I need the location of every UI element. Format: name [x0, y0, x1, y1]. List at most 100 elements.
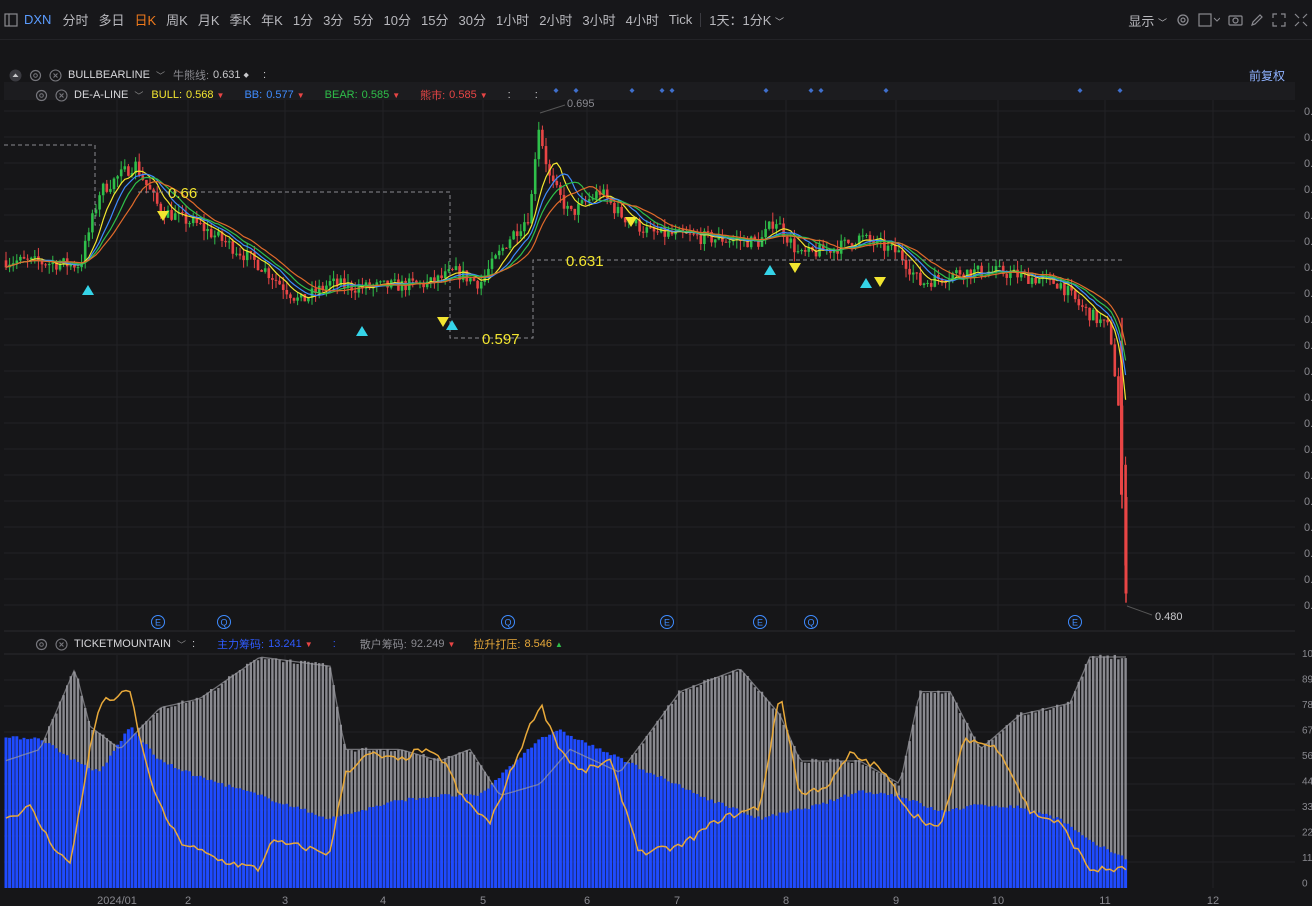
main-chips-bar	[378, 806, 382, 888]
candle-body	[325, 285, 328, 290]
settings-icon[interactable]	[34, 637, 48, 651]
main-chips-bar	[656, 776, 660, 888]
main-chips-bar	[854, 793, 858, 888]
main-chips-bar	[386, 802, 390, 888]
sub-tick-label: 0	[1302, 879, 1308, 890]
main-chips-bar	[191, 775, 195, 888]
candle-body	[901, 250, 904, 260]
indicator-name[interactable]: BULLBEARLINE	[68, 69, 150, 81]
caret-down-icon[interactable]: ▼	[392, 91, 400, 100]
candle-body	[148, 184, 152, 190]
collapse-icon[interactable]	[8, 68, 22, 82]
indicator-name[interactable]: DE-A-LINE	[74, 89, 128, 101]
main-chips-bar	[807, 809, 811, 888]
main-chips-bar	[130, 727, 134, 888]
main-chips-bar	[62, 753, 66, 888]
main-chips-bar	[220, 783, 224, 888]
candle-body	[98, 195, 101, 210]
candle-body	[51, 262, 55, 265]
close-icon[interactable]	[48, 68, 62, 82]
main-chips-bar	[670, 783, 674, 888]
main-chips-bar	[296, 806, 300, 888]
main-chips-bar	[893, 796, 897, 888]
candle-body	[915, 272, 919, 274]
chevron-down-icon[interactable]: ﹀	[134, 89, 143, 102]
main-chips-bar	[126, 729, 130, 888]
candle-body	[800, 250, 803, 252]
date-tick-label: 4	[380, 895, 386, 906]
candle-body	[1059, 283, 1063, 289]
candle-body	[443, 271, 447, 278]
main-chips-bar	[371, 807, 375, 888]
candle-body	[559, 185, 562, 195]
caret-down-icon[interactable]: ▼	[480, 91, 488, 100]
candle-body	[274, 279, 278, 281]
main-chips-bar	[789, 810, 793, 888]
main-chips-bar	[519, 757, 523, 888]
main-chips-bar	[328, 818, 332, 888]
main-chips-bar	[51, 745, 55, 888]
date-tick-label: 6	[584, 895, 590, 906]
event-badge-letter: E	[155, 618, 161, 628]
candle-body	[551, 175, 555, 182]
main-chips-bar	[422, 797, 426, 888]
main-chips-bar	[231, 787, 235, 888]
candle-body	[1034, 277, 1037, 284]
candle-body	[1037, 278, 1041, 284]
date-tick-label: 10	[992, 895, 1004, 906]
caret-down-icon[interactable]: ▼	[217, 91, 225, 100]
separator-colon: :	[332, 638, 336, 650]
caret-down-icon[interactable]: ▼	[297, 91, 305, 100]
main-chips-bar	[904, 798, 908, 888]
caret-down-icon[interactable]: ▼	[305, 640, 313, 649]
main-chips-bar	[965, 806, 969, 888]
retail-chips-bar	[1120, 658, 1124, 888]
caret-up-icon[interactable]: ▲	[555, 640, 563, 649]
bull-line-value: 0.631	[213, 69, 241, 81]
main-chips-bar	[548, 734, 552, 888]
chevron-down-icon[interactable]: ﹀	[156, 69, 165, 82]
main-chips-bar	[969, 805, 973, 888]
main-chips-bar	[1026, 810, 1030, 888]
main-chips-bar	[958, 809, 962, 888]
main-chips-bar	[753, 817, 757, 888]
main-chips-bar	[404, 801, 408, 888]
candle-body	[843, 239, 847, 241]
settings-icon[interactable]	[28, 68, 42, 82]
main-chips-bar	[648, 772, 652, 888]
candle-body	[173, 213, 177, 220]
main-chips-bar	[40, 740, 44, 888]
bearish-value: 0.585	[449, 89, 477, 101]
candle-body	[91, 213, 94, 233]
candle-body	[713, 239, 717, 243]
main-chips-bar	[771, 814, 775, 888]
close-icon[interactable]	[54, 88, 68, 102]
settings-icon[interactable]	[34, 88, 48, 102]
main-chips-bar	[1091, 841, 1095, 888]
candle-body	[976, 265, 980, 270]
price-tick-label: 0.	[1304, 522, 1312, 534]
close-icon[interactable]	[54, 637, 68, 651]
main-chips-bar	[796, 808, 800, 888]
caret-down-icon[interactable]: ▼	[447, 640, 455, 649]
candle-body	[206, 229, 209, 232]
restore-button[interactable]: 前复权	[1249, 67, 1285, 84]
candle-body	[127, 166, 130, 176]
candle-body	[613, 202, 616, 214]
main-chips-bar	[1059, 818, 1063, 888]
candle-body	[537, 129, 541, 160]
indicator-name[interactable]: TICKETMOUNTAIN	[74, 638, 171, 650]
price-tick-label: 0.	[1304, 366, 1312, 378]
candle-body	[26, 258, 29, 260]
candle-body	[667, 231, 670, 237]
main-chips-bar	[134, 733, 138, 888]
candle-body	[289, 294, 292, 299]
date-tick-label: 7	[674, 895, 680, 906]
chevron-down-icon[interactable]: ﹀	[177, 638, 186, 651]
main-chips-bar	[875, 793, 879, 888]
candle-body	[260, 270, 263, 272]
main-chips-bar	[767, 816, 771, 888]
price-chart[interactable]: 0. 0. 0. 0. 0. 0. 0. 0. 0. 0. 0. 0. 0. 0. 0. 0. 0. 0. 0. 0.…	[0, 0, 1312, 906]
de-a-line-legend: DE-A-LINE ﹀ BULL: 0.568 ▼ BB: 0.577 ▼ BE…	[34, 87, 538, 103]
candle-body	[1066, 286, 1070, 296]
